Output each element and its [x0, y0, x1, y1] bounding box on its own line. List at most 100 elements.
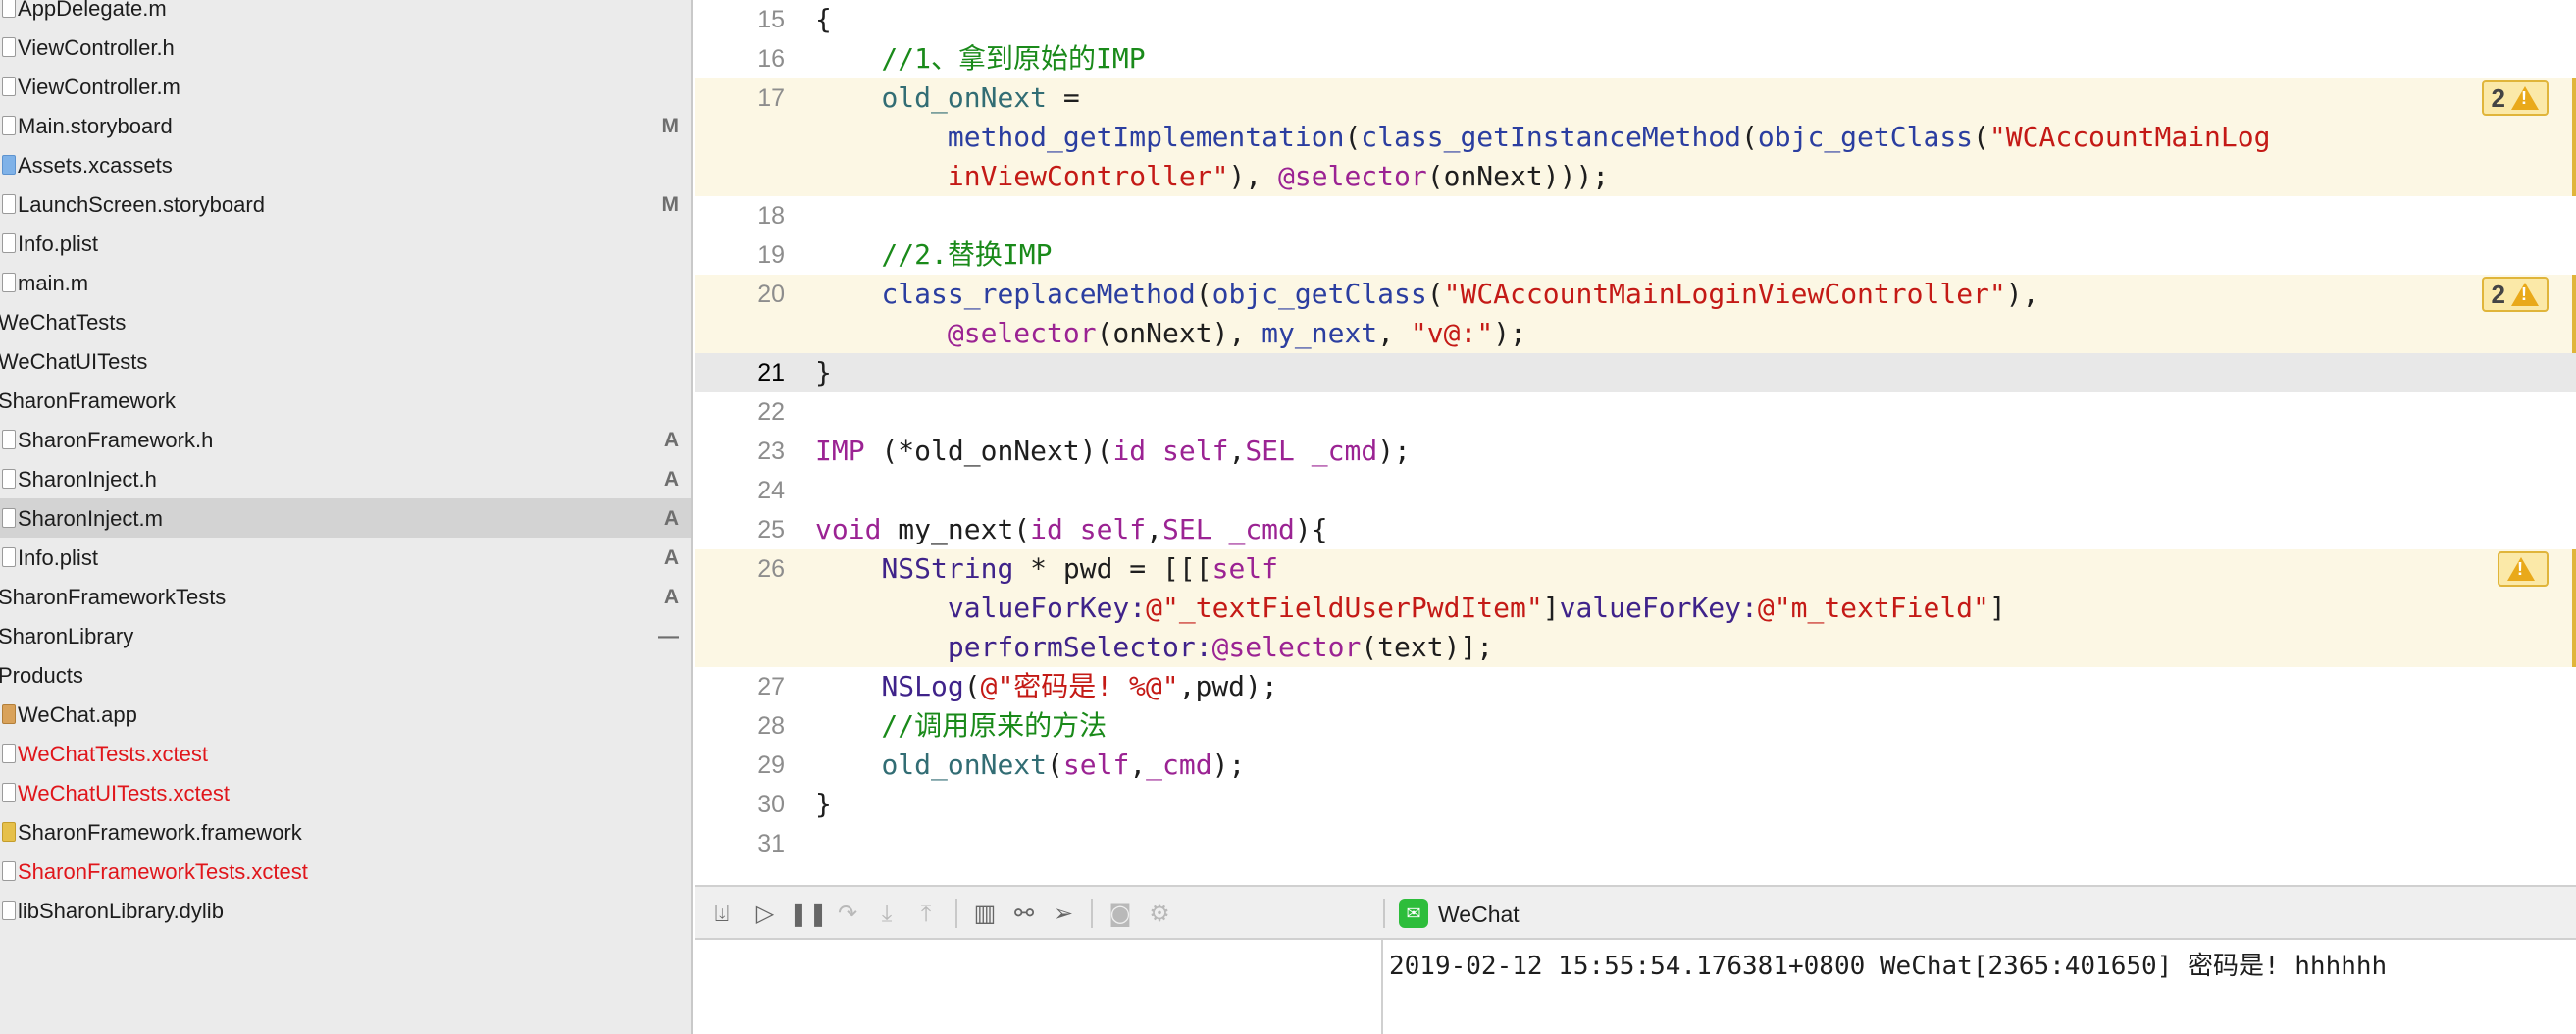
step-over-icon[interactable]: ↷ — [832, 899, 863, 928]
navigator-item[interactable]: Products — [0, 655, 691, 695]
code-token: IMP — [815, 435, 865, 467]
view-debugger-icon[interactable]: ▥ — [969, 899, 1001, 928]
location-icon[interactable]: ➢ — [1048, 899, 1079, 928]
navigator-item-label: Assets.xcassets — [18, 153, 173, 178]
code-line[interactable]: //调用原来的方法 — [815, 706, 1107, 746]
code-token: class_getInstanceMethod — [1361, 121, 1742, 153]
source-editor[interactable]: 15 {16 //1、拿到原始的IMP 17 old_onNext = 2 metho… — [695, 0, 2576, 885]
console-area[interactable]: 2019-02-12 15:55:54.176381+0800 WeChat[2… — [1383, 940, 2576, 1034]
navigator-item[interactable]: Info.plist A — [0, 538, 691, 577]
pause-icon[interactable]: ❚❚ — [789, 899, 828, 928]
code-line[interactable]: NSLog(@"密码是! %@",pwd); — [815, 667, 1277, 706]
navigator-item[interactable]: SharonLibrary — — [0, 616, 691, 655]
file-icon — [2, 469, 16, 489]
line-number: 25 — [757, 516, 785, 543]
code-token: = — [1047, 81, 1080, 114]
breakpoint-toggle-icon[interactable]: ▷ — [749, 899, 781, 928]
code-line[interactable]: } — [815, 353, 832, 392]
code-token: self — [1079, 513, 1147, 545]
code-line[interactable]: NSString * pwd = [[[self — [815, 549, 1278, 589]
code-token: performSelector: — [947, 631, 1212, 663]
code-line[interactable]: performSelector:@selector(text)]; — [815, 628, 1493, 667]
code-token: (text)]; — [1361, 631, 1494, 663]
project-navigator[interactable]: AppDelegate.m ViewController.h ViewControl… — [0, 0, 693, 1034]
code-token: _cmd — [1311, 435, 1378, 467]
navigator-item[interactable]: SharonFramework — [0, 381, 691, 420]
navigator-item[interactable]: main.m — [0, 263, 691, 302]
navigator-item[interactable]: ViewController.h — [0, 27, 691, 67]
warning-icon — [2511, 86, 2539, 110]
file-icon — [2, 116, 16, 135]
file-icon — [2, 273, 16, 292]
code-line[interactable]: IMP (*old_onNext)(id self,SEL _cmd); — [815, 432, 1411, 471]
code-line[interactable]: } — [815, 785, 832, 824]
file-icon — [2, 194, 16, 214]
variables-view[interactable] — [695, 940, 1383, 1034]
code-line[interactable]: { — [815, 0, 832, 39]
navigator-item[interactable]: SharonFrameworkTests.xctest — [0, 852, 691, 891]
navigator-item[interactable]: WeChat.app — [0, 695, 691, 734]
warning-badge[interactable]: 2 — [2481, 277, 2549, 312]
code-token: { — [815, 3, 832, 35]
code-line[interactable]: @selector(onNext), my_next, "v@:"); — [815, 314, 1526, 353]
camera-icon[interactable]: ◙ — [1105, 899, 1136, 928]
navigator-item[interactable]: SharonInject.h A — [0, 459, 691, 498]
code-token: SEL — [1245, 435, 1295, 467]
code-token: my_next( — [881, 513, 1031, 545]
code-line[interactable]: //1、拿到原始的IMP — [815, 39, 1145, 78]
toolbar-divider — [955, 899, 957, 928]
warning-badge[interactable] — [2498, 551, 2549, 587]
code-line[interactable]: method_getImplementation(class_getInstan… — [815, 118, 2271, 157]
navigator-item[interactable]: AppDelegate.m — [0, 0, 691, 27]
code-token: (*old_onNext)( — [864, 435, 1113, 467]
navigator-item-label: SharonFrameworkTests.xctest — [18, 859, 308, 884]
navigator-item[interactable]: SharonFramework.h A — [0, 420, 691, 459]
scm-status-badge: M — [661, 115, 680, 137]
code-line[interactable]: class_replaceMethod(objc_getClass("WCAcc… — [815, 275, 2038, 314]
navigator-item[interactable]: SharonFramework.framework — [0, 812, 691, 852]
navigator-item[interactable]: libSharonLibrary.dylib — [0, 891, 691, 930]
code-token: void — [815, 513, 882, 545]
code-token: my_next — [1262, 317, 1378, 349]
navigator-item[interactable]: WeChatTests.xctest — [0, 734, 691, 773]
step-out-icon[interactable]: ⤒ — [910, 899, 942, 928]
memory-graph-icon[interactable]: ⚯ — [1008, 899, 1040, 928]
code-line[interactable]: old_onNext = — [815, 78, 1080, 118]
folder-icon — [2, 155, 16, 175]
navigator-item[interactable]: WeChatUITests — [0, 341, 691, 381]
hide-debug-area-icon[interactable]: ⍗ — [706, 899, 738, 928]
navigator-item[interactable]: SharonFrameworkTests A — [0, 577, 691, 616]
navigator-item[interactable]: Main.storyboard M — [0, 106, 691, 145]
warning-badge[interactable]: 2 — [2481, 80, 2549, 116]
code-token: @selector — [947, 317, 1097, 349]
process-selector[interactable]: WeChat — [1438, 902, 1520, 928]
scm-status-badge: A — [663, 507, 679, 530]
line-number — [695, 314, 785, 353]
code-line[interactable]: void my_next(id self,SEL _cmd){ — [815, 510, 1328, 549]
navigator-item[interactable]: WeChatTests — [0, 302, 691, 341]
navigator-item-label: ViewController.h — [18, 35, 175, 60]
code-token: SEL — [1162, 513, 1212, 545]
line-number: 22 — [757, 398, 785, 426]
navigator-item[interactable]: ViewController.m — [0, 67, 691, 106]
navigator-item[interactable]: WeChatUITests.xctest — [0, 773, 691, 812]
code-line[interactable]: valueForKey:@"_textFieldUserPwdItem"]val… — [815, 589, 2006, 628]
step-into-icon[interactable]: ⤓ — [871, 899, 902, 928]
code-token: old_onNext — [881, 749, 1048, 781]
code-token: ] — [1988, 592, 2006, 624]
navigator-item[interactable]: LaunchScreen.storyboard M — [0, 184, 691, 224]
line-number — [695, 589, 785, 628]
code-line[interactable]: inViewController"), @selector(onNext))); — [815, 157, 1609, 196]
navigator-item[interactable]: Assets.xcassets — [0, 145, 691, 184]
code-token: ( — [1344, 121, 1362, 153]
code-line[interactable]: old_onNext(self,_cmd); — [815, 746, 1245, 785]
navigator-item[interactable]: Info.plist — [0, 224, 691, 263]
gear-icon[interactable]: ⚙ — [1144, 899, 1175, 928]
debug-toolbar: ⍗ ▷ ❚❚ ↷ ⤓ ⤒ ▥ ⚯ ➢ ◙ ⚙ ✉ WeChat — [695, 885, 2576, 940]
navigator-item[interactable]: SharonInject.m A — [0, 498, 691, 538]
code-line[interactable]: //2.替换IMP — [815, 235, 1052, 275]
